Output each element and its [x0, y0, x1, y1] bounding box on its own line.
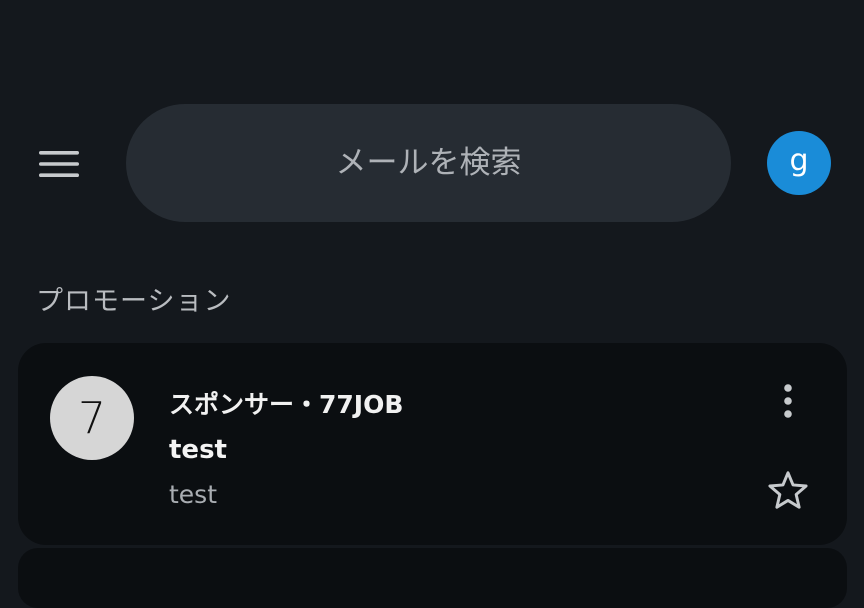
- email-subject: test: [169, 435, 227, 465]
- search-bar[interactable]: [126, 104, 731, 222]
- email-list-item-partial[interactable]: [18, 548, 847, 608]
- star-outline-icon: [768, 471, 808, 509]
- star-button[interactable]: [763, 465, 813, 515]
- email-list-item[interactable]: 7 スポンサー・77JOB test test: [18, 343, 847, 545]
- hamburger-menu-icon: [39, 151, 79, 177]
- email-snippet: test: [169, 480, 218, 509]
- section-title: プロモーション: [36, 286, 232, 317]
- more-vert-icon: [784, 384, 792, 418]
- search-input[interactable]: [126, 104, 731, 222]
- more-options-button[interactable]: [768, 377, 808, 425]
- account-avatar[interactable]: g: [767, 131, 831, 195]
- sender-avatar: 7: [50, 376, 134, 460]
- top-app-bar: g: [0, 104, 864, 222]
- sender-name: スポンサー・77JOB: [169, 390, 404, 419]
- hamburger-menu-button[interactable]: [28, 138, 90, 190]
